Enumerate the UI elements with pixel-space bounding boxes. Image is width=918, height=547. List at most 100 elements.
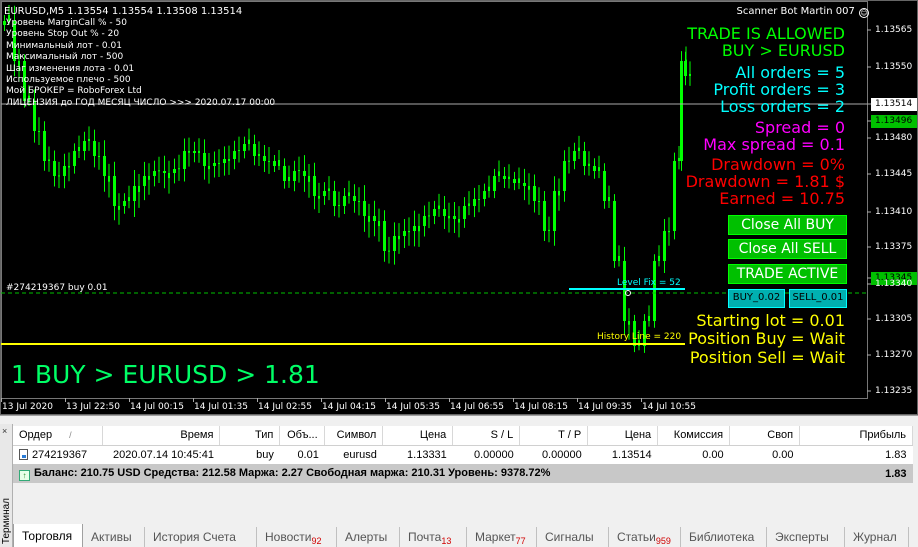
candle-body <box>343 196 346 206</box>
sell-lot-button[interactable]: SELL_0.01 <box>789 289 847 308</box>
candle-body <box>253 144 256 156</box>
close-all-buy-button[interactable]: Close All BUY <box>728 215 847 235</box>
candle-body <box>388 250 390 252</box>
column-header-profit[interactable]: Прибыль <box>799 426 913 446</box>
candle-body <box>308 176 310 182</box>
tab-badge: 92 <box>311 536 322 546</box>
order-cell: 274219367 <box>13 445 103 464</box>
candle-body <box>183 151 186 169</box>
candle-body <box>313 176 316 196</box>
candle-body <box>143 176 146 186</box>
tab-11[interactable]: Эксперты <box>767 527 845 547</box>
candle-body <box>448 216 450 219</box>
candle-body <box>563 161 566 191</box>
candle-body <box>108 176 110 182</box>
candle-body <box>288 176 290 181</box>
time-axis-label: 14 Jul 00:15 <box>130 402 184 412</box>
candle-body <box>413 226 416 231</box>
candle-body <box>503 176 506 179</box>
candle-body <box>333 191 336 206</box>
candle-body <box>303 171 306 176</box>
candle-body <box>488 186 490 191</box>
column-header-order[interactable]: Ордер / <box>13 426 104 446</box>
direction-label: BUY > EURUSD <box>721 41 845 60</box>
info-line: Минимальный лот - 0.01 <box>6 40 122 51</box>
candle-body <box>368 216 370 222</box>
volume-cell: 0.01 <box>279 445 325 464</box>
current-price-cell: 1.13514 <box>587 445 658 464</box>
candle-body <box>53 161 56 176</box>
column-header-sl[interactable]: S / L <box>452 426 521 446</box>
close-icon[interactable]: × <box>2 426 7 436</box>
tab-4[interactable]: Новости92 <box>257 527 337 547</box>
tab-label: Новости <box>265 530 312 544</box>
tab-12[interactable]: Журнал <box>845 527 909 547</box>
trade-active-button[interactable]: TRADE ACTIVE <box>728 264 847 284</box>
candle-body <box>68 166 70 168</box>
candle-body <box>98 156 100 157</box>
column-header-tp[interactable]: T / P <box>519 426 589 446</box>
table-header-row: Ордер / Время Тип Объ... Символ Цена S /… <box>13 426 913 446</box>
tab-6[interactable]: Почта13 <box>400 527 467 547</box>
price-axis-label: 1.13270 <box>875 350 913 360</box>
time-axis-label: 14 Jul 10:55 <box>642 402 696 412</box>
candle-body <box>168 173 170 179</box>
terminal-panel: × Терминал Ордер / Время Тип Объ... Симв… <box>0 415 918 547</box>
column-header-symbol[interactable]: Символ <box>324 426 384 446</box>
candle-body <box>153 171 156 176</box>
candle-body <box>203 153 206 166</box>
column-header-current-price[interactable]: Цена <box>587 426 659 446</box>
candle-body <box>598 167 600 171</box>
candle-body <box>533 186 536 201</box>
profit-orders-label: Profit orders = 3 <box>713 80 845 99</box>
candle-body <box>538 201 540 202</box>
candle-body <box>478 199 480 200</box>
candle-body <box>408 231 410 233</box>
candle-body <box>473 199 476 206</box>
tab-8[interactable]: Сигналы <box>537 527 609 547</box>
price-chart[interactable]: EURUSD,M5 1.13554 1.13554 1.13508 1.1351… <box>0 0 918 415</box>
table-row[interactable]: 274219367 2020.07.14 10:45:41 buy 0.01 e… <box>13 445 913 464</box>
candle-body <box>193 151 196 153</box>
close-all-sell-button[interactable]: Close All SELL <box>728 239 847 259</box>
column-header-swap[interactable]: Своп <box>729 426 801 446</box>
tab-10[interactable]: Библиотека <box>681 527 767 547</box>
tab-3[interactable]: История Счета <box>145 527 257 547</box>
tab-1[interactable]: Торговля <box>13 524 83 547</box>
candle-body <box>163 171 166 173</box>
expert-advisor-name[interactable]: Scanner Bot Martin 007 ☺ <box>736 6 869 18</box>
price-axis-label: 1.13410 <box>875 207 913 217</box>
column-header-volume[interactable]: Объ... <box>279 426 326 446</box>
candle-body <box>573 151 576 161</box>
earned-label: Earned = 10.75 <box>719 189 845 208</box>
candle-body <box>680 61 683 161</box>
tab-2[interactable]: Активы <box>83 527 145 547</box>
tab-9[interactable]: Статьи959 <box>609 527 681 547</box>
price-cell: 1.13331 <box>382 445 453 464</box>
candle-body <box>483 191 486 199</box>
tab-badge: 13 <box>441 536 452 546</box>
candle-body <box>513 179 516 183</box>
column-header-price[interactable]: Цена <box>382 426 454 446</box>
price-axis-label: 1.13496 <box>871 115 917 128</box>
terminal-side-tab[interactable]: × Терминал <box>0 424 13 547</box>
candle-body <box>588 163 590 166</box>
candle-body <box>88 138 90 141</box>
max-spread-label: Max spread = 0.1 <box>703 135 845 154</box>
candle-body <box>268 160 270 162</box>
info-line: Используемое плечо - 500 <box>6 75 131 86</box>
candle-body <box>218 163 220 164</box>
candle-body <box>663 231 666 261</box>
column-header-time[interactable]: Время <box>102 426 221 446</box>
terminal-side-label: Терминал <box>1 497 12 544</box>
time-axis-label: 14 Jul 02:55 <box>258 402 312 412</box>
candle-body <box>378 221 380 227</box>
tab-7[interactable]: Маркет77 <box>467 527 537 547</box>
candle-body <box>673 161 676 231</box>
column-header-type[interactable]: Тип <box>219 426 281 446</box>
column-header-commission[interactable]: Комиссия <box>657 426 731 446</box>
starting-lot-label: Starting lot = 0.01 <box>696 311 845 330</box>
type-cell: buy <box>219 445 280 464</box>
tab-5[interactable]: Алерты <box>337 527 400 547</box>
buy-lot-button[interactable]: BUY_0.02 <box>728 289 785 308</box>
